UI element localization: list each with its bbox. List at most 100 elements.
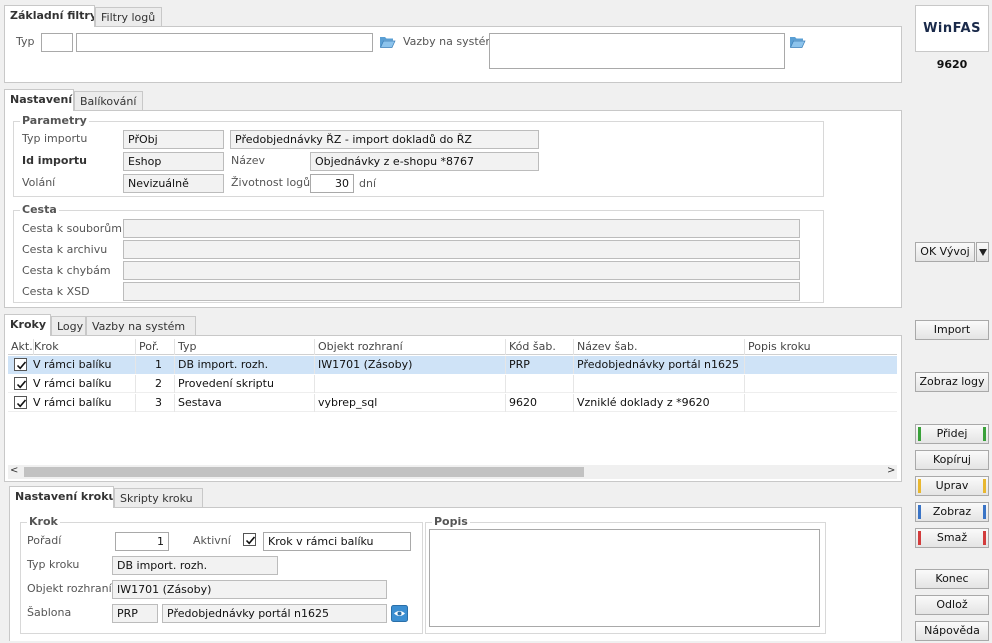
cesta-chybam-input[interactable] xyxy=(123,261,800,280)
red-marker xyxy=(918,531,921,545)
konec-button[interactable]: Konec xyxy=(915,569,989,589)
step-settings-panel: Krok Pořadí 1 Aktivní Krok v rámci balík… xyxy=(9,507,902,641)
row-checkbox[interactable] xyxy=(14,358,27,371)
cell-kod xyxy=(506,375,574,393)
uprav-button[interactable]: Uprav xyxy=(915,476,989,496)
cell-objekt: vybrep_sql xyxy=(315,394,506,412)
folder-open-icon[interactable] xyxy=(379,35,396,49)
green-marker xyxy=(918,427,921,441)
cesta-xsd-input[interactable] xyxy=(123,282,800,301)
kopiruj-button[interactable]: Kopíruj xyxy=(915,450,989,470)
folder-open-icon[interactable] xyxy=(789,35,806,49)
cell-nazev xyxy=(574,375,745,393)
nazev-input[interactable]: Objednávky z e-shopu *8767 xyxy=(310,152,539,171)
poradi-input[interactable]: 1 xyxy=(115,532,169,551)
tab-balikovani[interactable]: Balíkování xyxy=(74,91,143,111)
ok-vyvoj-button[interactable]: OK Vývoj xyxy=(915,242,975,262)
blue-marker xyxy=(918,505,921,519)
import-button[interactable]: Import xyxy=(915,320,989,340)
cesta-archivu-input[interactable] xyxy=(123,240,800,259)
aktivni-label: Aktivní xyxy=(193,534,231,547)
col-por[interactable]: Poř. xyxy=(136,339,175,355)
col-typ[interactable]: Typ xyxy=(175,339,315,355)
zobraz-button[interactable]: Zobraz xyxy=(915,502,989,522)
logo-text: WinFAS xyxy=(923,21,981,36)
scrollbar-thumb[interactable] xyxy=(24,467,584,477)
tab-filtry-logu[interactable]: Filtry logů xyxy=(95,7,162,27)
col-popis[interactable]: Popis kroku xyxy=(745,339,897,355)
zobraz-label: Zobraz xyxy=(932,505,972,518)
typ-importu-name[interactable]: Předobjednávky ŘZ - import dokladů do ŘZ xyxy=(230,130,539,149)
table-row[interactable]: V rámci balíku 2 Provedení skriptu xyxy=(8,375,897,393)
uprav-label: Uprav xyxy=(935,479,969,492)
cesta-archivu-label: Cesta k archivu xyxy=(22,243,108,256)
zivotnost-unit: dní xyxy=(359,177,377,190)
typ-code-input[interactable] xyxy=(41,33,73,52)
horizontal-scrollbar[interactable]: < > xyxy=(8,465,897,479)
tab-logy[interactable]: Logy xyxy=(51,316,86,336)
red-marker xyxy=(983,531,986,545)
pridej-label: Přidej xyxy=(936,427,968,440)
cesta-chybam-label: Cesta k chybám xyxy=(22,264,111,277)
table-row[interactable]: V rámci balíku 1 DB import. rozh. IW1701… xyxy=(8,356,897,374)
filter-panel: Typ Vazby na systém xyxy=(4,26,902,83)
objekt-label: Objekt rozhraní xyxy=(27,582,112,595)
cesta-souborum-input[interactable] xyxy=(123,219,800,238)
volani-input[interactable]: Nevizuálně xyxy=(123,174,224,193)
tab-kroky[interactable]: Kroky xyxy=(4,314,51,336)
tab-nastaveni-kroku[interactable]: Nastavení kroku xyxy=(9,486,114,508)
poradi-label: Pořadí xyxy=(27,534,62,547)
col-krok[interactable]: Krok xyxy=(31,339,136,355)
zobraz-logy-button[interactable]: Zobraz logy xyxy=(915,372,989,392)
nazev-label: Název xyxy=(231,154,266,167)
typ-importu-code[interactable]: PřObj xyxy=(123,130,224,149)
green-marker xyxy=(983,427,986,441)
cesta-title: Cesta xyxy=(20,203,59,216)
cell-popis xyxy=(745,356,897,374)
tab-vazby-na-system[interactable]: Vazby na systém xyxy=(86,316,196,336)
checkmark-icon xyxy=(245,536,256,545)
eye-icon[interactable] xyxy=(391,605,408,622)
sablona-code[interactable]: PRP xyxy=(112,604,158,623)
row-checkbox[interactable] xyxy=(14,396,27,409)
cell-typ: Provedení skriptu xyxy=(175,375,315,393)
yellow-marker xyxy=(918,479,921,493)
cell-krok: V rámci balíku xyxy=(30,375,136,393)
vazby-label: Vazby na systém xyxy=(403,35,497,48)
aktivni-text[interactable]: Krok v rámci balíku xyxy=(263,532,411,551)
zivotnost-input[interactable]: 30 xyxy=(310,174,354,193)
sablona-name[interactable]: Předobjednávky portál n1625 xyxy=(162,604,387,623)
row-checkbox[interactable] xyxy=(14,377,27,390)
scroll-left-icon[interactable]: < xyxy=(10,465,18,476)
id-importu-input[interactable]: Eshop xyxy=(123,152,224,171)
smaz-button[interactable]: Smaž xyxy=(915,528,989,548)
aktivni-checkbox[interactable] xyxy=(243,533,256,546)
parametry-title: Parametry xyxy=(20,114,89,127)
cell-por: 3 xyxy=(136,394,175,412)
typ-kroku-label: Typ kroku xyxy=(27,558,80,571)
checkmark-icon xyxy=(16,399,27,408)
scroll-right-icon[interactable]: > xyxy=(887,465,895,476)
ok-vyvoj-dropdown[interactable] xyxy=(976,242,989,262)
table-row[interactable]: V rámci balíku 3 Sestava vybrep_sql 9620… xyxy=(8,394,897,412)
zivotnost-label: Životnost logů xyxy=(231,176,311,189)
cell-typ: Sestava xyxy=(175,394,315,412)
tab-nastaveni[interactable]: Nastavení xyxy=(4,89,74,111)
napoveda-button[interactable]: Nápověda xyxy=(915,621,989,641)
cesta-souborum-label: Cesta k souborům xyxy=(22,222,122,235)
typ-name-input[interactable] xyxy=(76,33,373,52)
settings-panel: Parametry Typ importu PřObj Předobjednáv… xyxy=(4,110,902,308)
cell-typ: DB import. rozh. xyxy=(175,356,315,374)
col-nazev[interactable]: Název šab. xyxy=(574,339,745,355)
vazby-input[interactable] xyxy=(489,33,785,69)
tab-skripty-kroku[interactable]: Skripty kroku xyxy=(114,488,203,508)
popis-textarea[interactable] xyxy=(429,529,820,627)
objekt-input[interactable]: IW1701 (Zásoby) xyxy=(112,580,387,599)
cell-popis xyxy=(745,394,897,412)
tab-zakladni-filtry[interactable]: Základní filtry xyxy=(4,5,95,27)
pridej-button[interactable]: Přidej xyxy=(915,424,989,444)
typ-kroku-input[interactable]: DB import. rozh. xyxy=(112,556,278,575)
col-kod[interactable]: Kód šab. xyxy=(506,339,574,355)
odloz-button[interactable]: Odlož xyxy=(915,595,989,615)
col-objekt[interactable]: Objekt rozhraní xyxy=(315,339,506,355)
